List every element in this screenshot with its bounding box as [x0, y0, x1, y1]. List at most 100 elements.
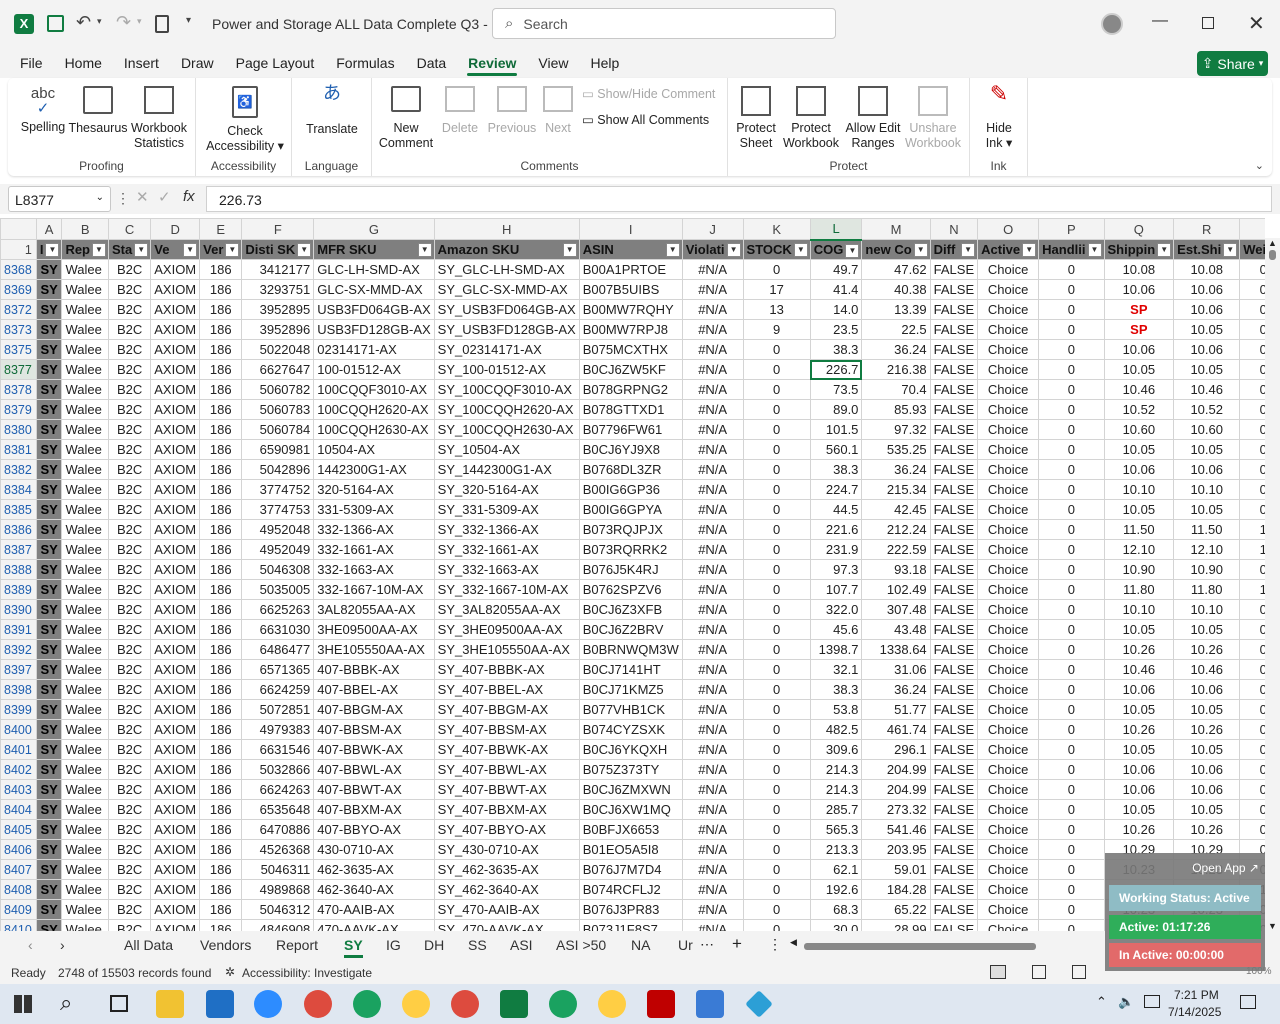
header-cell[interactable]: Weight▼: [1239, 239, 1265, 260]
cell[interactable]: AXIOM: [150, 639, 201, 660]
cell[interactable]: 5060782: [241, 379, 315, 400]
normal-view-icon[interactable]: [990, 965, 1006, 979]
cell[interactable]: AXIOM: [150, 779, 201, 800]
cell[interactable]: #N/A: [681, 899, 744, 920]
next-comment-button[interactable]: Next: [538, 86, 578, 136]
cell[interactable]: 0.08: [1239, 479, 1265, 500]
cell[interactable]: SY_332-1663-AX: [433, 559, 580, 580]
cell[interactable]: 100CQQF3010-AX: [313, 379, 435, 400]
column-header-g[interactable]: G: [313, 218, 435, 240]
cell[interactable]: 565.3: [809, 819, 863, 840]
cell[interactable]: SY: [35, 759, 63, 780]
cell[interactable]: 470-AAVK-AX: [313, 919, 435, 931]
cell[interactable]: AXIOM: [150, 339, 201, 360]
redo-icon[interactable]: ↷: [116, 12, 131, 33]
cell[interactable]: 6624259: [241, 679, 315, 700]
row-header[interactable]: 8406: [0, 839, 37, 860]
cell[interactable]: 0: [1038, 559, 1105, 580]
cell[interactable]: 10.08: [1103, 259, 1175, 280]
translate-button[interactable]: あ Translate: [298, 84, 366, 137]
cell[interactable]: 10.05: [1103, 699, 1175, 720]
cell[interactable]: 231.9: [809, 539, 863, 560]
cell[interactable]: SY: [35, 639, 63, 660]
cell[interactable]: 0.05: [1239, 779, 1265, 800]
cell[interactable]: 10.10: [1173, 479, 1241, 500]
cell[interactable]: 3952896: [241, 319, 315, 340]
filter-dropdown-icon[interactable]: ▼: [1157, 243, 1172, 257]
cell[interactable]: SY_407-BBXM-AX: [433, 799, 580, 820]
row-header[interactable]: 8404: [0, 799, 37, 820]
open-app-link[interactable]: Open App ↗: [1192, 861, 1259, 875]
cell[interactable]: Choice: [977, 639, 1040, 660]
filter-dropdown-icon[interactable]: ▼: [913, 243, 928, 257]
allow-edit-ranges-button[interactable]: Allow Edit Ranges: [842, 86, 904, 151]
app-taskbar-icon[interactable]: [745, 990, 773, 1018]
cell[interactable]: 36.24: [861, 459, 931, 480]
cell[interactable]: B077VHB1CK: [578, 699, 683, 720]
header-cell[interactable]: Sta ▼: [107, 239, 152, 260]
cell[interactable]: #N/A: [681, 639, 744, 660]
cell[interactable]: AXIOM: [150, 919, 201, 931]
header-cell[interactable]: Ver ▼: [199, 239, 243, 260]
cell[interactable]: Choice: [977, 399, 1040, 420]
cell[interactable]: 44.5: [809, 499, 863, 520]
cell[interactable]: Choice: [977, 419, 1040, 440]
cell[interactable]: SY_1442300G1-AX: [433, 459, 580, 480]
cell[interactable]: 10.05: [1173, 799, 1241, 820]
cell[interactable]: AXIOM: [150, 359, 201, 380]
account-avatar-icon[interactable]: [1101, 13, 1123, 35]
cell[interactable]: B2C: [107, 579, 152, 600]
cell[interactable]: FALSE: [929, 839, 979, 860]
cell[interactable]: #N/A: [681, 499, 744, 520]
cell[interactable]: 407-BBEL-AX: [313, 679, 435, 700]
cell[interactable]: 9: [742, 319, 811, 340]
cell[interactable]: 0: [742, 839, 811, 860]
cell[interactable]: 0: [1038, 419, 1105, 440]
cell[interactable]: SY_332-1667-10M-AX: [433, 579, 580, 600]
cell[interactable]: B076J5K4RJ: [578, 559, 683, 580]
cell[interactable]: FALSE: [929, 299, 979, 320]
cell[interactable]: #N/A: [681, 839, 744, 860]
cell[interactable]: 0: [1038, 899, 1105, 920]
cell[interactable]: 10.05: [1103, 359, 1175, 380]
cell[interactable]: B2C: [107, 779, 152, 800]
cell[interactable]: SY_02314171-AX: [433, 339, 580, 360]
clock-time[interactable]: 7:21 PM: [1174, 988, 1219, 1002]
cell[interactable]: B00MW7RQHY: [578, 299, 683, 320]
header-cell[interactable]: new Co ▼: [861, 239, 931, 260]
cell[interactable]: #N/A: [681, 919, 744, 931]
cell[interactable]: 0.04: [1239, 359, 1265, 380]
cell[interactable]: 0.05: [1239, 679, 1265, 700]
row-header[interactable]: 8410: [0, 919, 37, 931]
cell[interactable]: 10.26: [1173, 719, 1241, 740]
cell[interactable]: 59.01: [861, 859, 931, 880]
cell[interactable]: FALSE: [929, 639, 979, 660]
cell[interactable]: 186: [199, 819, 243, 840]
cell[interactable]: FALSE: [929, 399, 979, 420]
cell[interactable]: FALSE: [929, 699, 979, 720]
cell[interactable]: 186: [199, 379, 243, 400]
cell[interactable]: 10.06: [1103, 779, 1175, 800]
cell[interactable]: AXIOM: [150, 479, 201, 500]
cell[interactable]: 0: [1038, 339, 1105, 360]
cell[interactable]: SY: [35, 599, 63, 620]
cell[interactable]: 407-BBBK-AX: [313, 659, 435, 680]
cell[interactable]: #N/A: [681, 419, 744, 440]
scroll-down-icon[interactable]: ▼: [1268, 921, 1277, 931]
cell[interactable]: 226.7: [809, 359, 863, 380]
cell[interactable]: B076J3PR83: [578, 899, 683, 920]
cell[interactable]: 51.77: [861, 699, 931, 720]
cell[interactable]: 6624263: [241, 779, 315, 800]
cell[interactable]: #N/A: [681, 819, 744, 840]
cell[interactable]: 5042896: [241, 459, 315, 480]
redo-dropdown-icon[interactable]: ▾: [137, 16, 142, 27]
chrome-icon-6[interactable]: [598, 990, 626, 1018]
cell[interactable]: B2C: [107, 679, 152, 700]
cell[interactable]: #N/A: [681, 759, 744, 780]
new-comment-button[interactable]: New Comment: [376, 86, 436, 151]
cell[interactable]: 203.95: [861, 839, 931, 860]
cell[interactable]: FALSE: [929, 559, 979, 580]
cell[interactable]: 186: [199, 439, 243, 460]
cell[interactable]: FALSE: [929, 679, 979, 700]
header-cell[interactable]: Ve ▼: [150, 239, 201, 260]
